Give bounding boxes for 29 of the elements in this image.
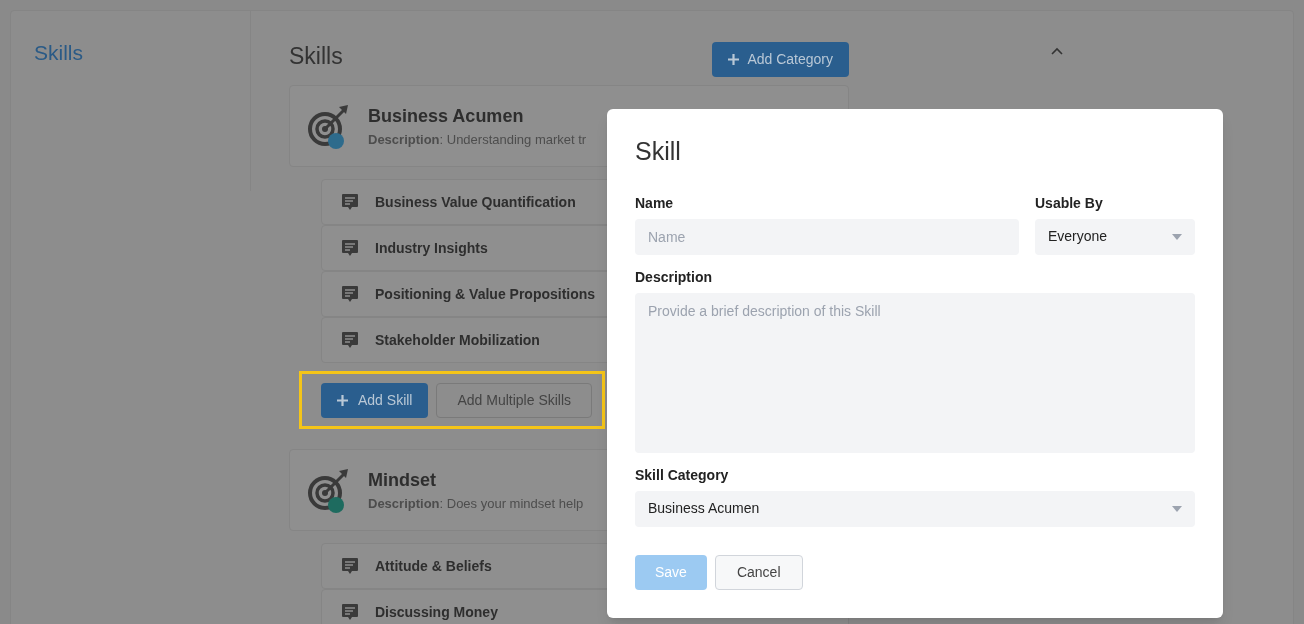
caret-icon [1172,233,1182,240]
comment-icon [341,557,359,575]
add-skill-button[interactable]: Add Skill [321,382,429,418]
category-title: Business Acumen [368,104,525,128]
category-title: Mindset [368,468,437,492]
select-field[interactable]: Business Acumen [635,490,1195,527]
caret-icon [1172,505,1182,512]
plus-icon [728,54,740,65]
dialog-title: Skill [635,136,682,167]
field-label: Usable By [1035,193,1104,213]
comment-icon [341,239,359,257]
name-field[interactable]: Name [635,218,1019,255]
add-multiple-skills-button[interactable]: Add Multiple Skills [436,382,593,418]
plus-icon [337,394,348,406]
comment-icon [341,193,359,211]
comment-icon [341,331,359,349]
description-field[interactable]: Provide a brief description of this Skill [635,292,1195,453]
comment-icon [341,285,359,303]
comment-icon [341,603,359,621]
select-field[interactable]: Everyone [1035,218,1195,255]
page-title: Skills [289,42,343,71]
collapse-chevron-icon [1051,47,1063,55]
add-category-button[interactable]: Add Category [712,42,849,77]
field-label: Name [635,193,675,213]
field-label: Skill Category [635,465,730,485]
cancel-button[interactable]: Cancel [714,554,803,590]
category-description: Description: Does your mindset help [368,494,584,513]
category-description: Description: Understanding market tr [368,130,587,149]
sidebar-link[interactable]: Skills [34,37,250,69]
